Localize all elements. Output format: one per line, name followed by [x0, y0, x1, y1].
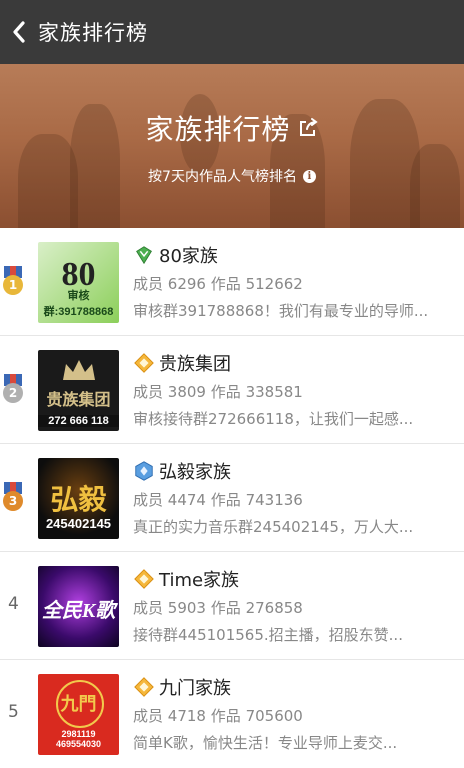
family-stats: 成员 5903 作品 276858 [133, 599, 303, 617]
family-name: 九门家族 [159, 678, 231, 699]
family-stats: 成员 6296 作品 512662 [133, 275, 303, 293]
rank-cell: 2 [0, 336, 38, 444]
rank-cell: 4 [0, 552, 38, 660]
family-description: 审核接待群272666118，让我们一起感... [133, 410, 414, 428]
family-row[interactable]: 3 弘毅 245402145 弘毅家族 成员 4474 作品 743136 真正… [0, 444, 464, 552]
family-row[interactable]: 1 80 审核群:391788868 80家族 成员 6296 作品 51266… [0, 228, 464, 336]
family-name: Time家族 [159, 570, 240, 591]
family-description: 接待群445101565.招主播，招股东赞... [133, 626, 403, 644]
family-row[interactable]: 4 全民K歌 Time家族 成员 5903 作品 276858 接待群44510… [0, 552, 464, 660]
top-bar: 家族排行榜 [0, 0, 464, 64]
family-description: 真正的实力音乐群245402145，万人大... [133, 518, 414, 536]
banner-subtitle: 按7天内作品人气榜排名 [148, 169, 297, 185]
family-name: 80家族 [159, 246, 218, 267]
rank-number: 4 [8, 594, 19, 614]
diamond-badge-icon [134, 569, 154, 589]
family-avatar[interactable]: 80 审核群:391788868 [38, 242, 119, 323]
family-row[interactable]: 2 贵族集团 272 666 118 贵族集团 成员 3809 作品 33858… [0, 336, 464, 444]
rank-cell: 1 [0, 228, 38, 336]
family-stats: 成员 4718 作品 705600 [133, 707, 303, 725]
family-description: 简单K歌，愉快生活！专业导师上麦交... [133, 734, 398, 752]
family-description: 审核群391788868！我们有最专业的导师... [133, 302, 429, 320]
gold-medal-icon: 1 [2, 266, 24, 298]
info-icon[interactable]: i [302, 169, 316, 183]
diamond-badge-icon [135, 461, 153, 481]
family-avatar[interactable]: 弘毅 245402145 [38, 458, 119, 539]
banner-heading: 家族排行榜 [145, 113, 291, 146]
chevron-left-icon [13, 21, 25, 43]
banner: 家族排行榜 按7天内作品人气榜排名 i [0, 64, 464, 228]
family-row[interactable]: 5 九門 2981119 469554030 九门家族 成员 4718 作品 7… [0, 660, 464, 768]
back-button[interactable] [0, 0, 38, 64]
diamond-badge-icon [134, 677, 154, 697]
diamond-badge-icon [136, 246, 152, 265]
bronze-medal-icon: 3 [2, 482, 24, 514]
family-name: 贵族集团 [159, 354, 231, 375]
rank-cell: 5 [0, 660, 38, 768]
family-stats: 成员 3809 作品 338581 [133, 383, 303, 401]
rank-cell: 3 [0, 444, 38, 552]
family-name: 弘毅家族 [159, 462, 231, 483]
family-avatar[interactable]: 贵族集团 272 666 118 [38, 350, 119, 431]
share-icon[interactable] [297, 117, 319, 139]
family-avatar[interactable]: 全民K歌 [38, 566, 119, 647]
silver-medal-icon: 2 [2, 374, 24, 406]
family-avatar[interactable]: 九門 2981119 469554030 [38, 674, 119, 755]
family-stats: 成员 4474 作品 743136 [133, 491, 303, 509]
diamond-badge-icon [134, 353, 154, 373]
page-title: 家族排行榜 [38, 21, 148, 45]
rank-number: 5 [8, 702, 19, 722]
